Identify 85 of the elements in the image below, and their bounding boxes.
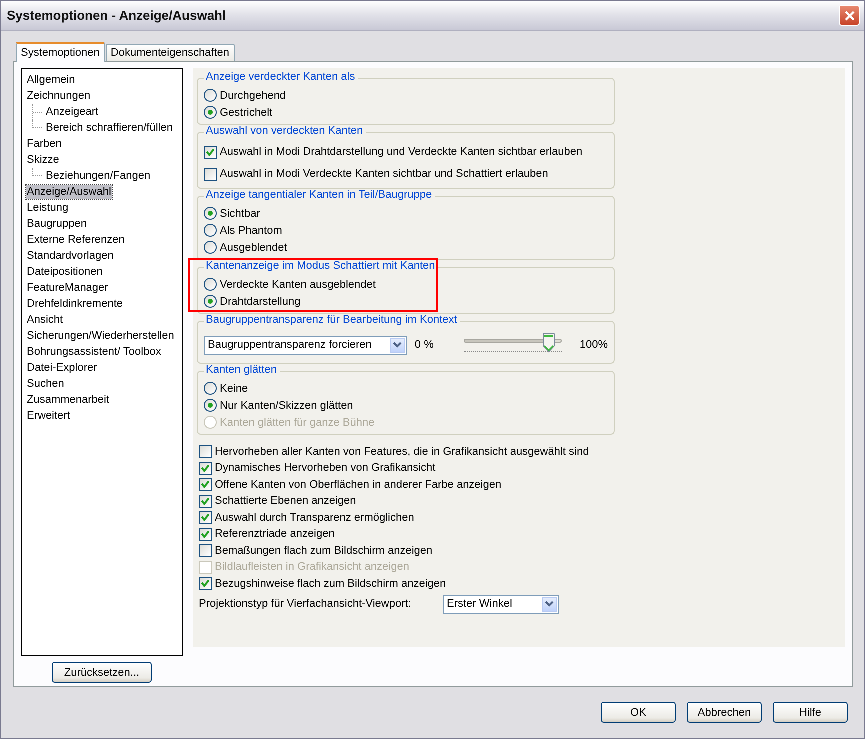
tree-item[interactable]: Bohrungsassistent/ Toolbox: [26, 345, 162, 359]
radio-label: Keine: [220, 382, 248, 394]
tree-item[interactable]: Ansicht: [26, 313, 64, 327]
tree-item[interactable]: Beziehungen/Fangen: [45, 169, 152, 183]
checkbox[interactable]: [199, 462, 212, 474]
checkbox[interactable]: [199, 528, 212, 540]
group-title: Kanten glätten: [204, 364, 280, 376]
radio-button[interactable]: [204, 224, 217, 237]
checkbox[interactable]: [199, 544, 212, 557]
dialog-button[interactable]: OK: [601, 702, 676, 723]
tree-item[interactable]: Farben: [26, 137, 63, 151]
tree-item[interactable]: Zusammenarbeit: [26, 393, 111, 407]
radio-button[interactable]: [204, 382, 217, 395]
checkbox-label: Auswahl in Modi Verdeckte Kanten sichtbar und Schattiert erlauben: [220, 168, 548, 180]
tree-item[interactable]: Bereich schraffieren/füllen: [45, 121, 174, 135]
tree-item[interactable]: Zeichnungen: [26, 89, 92, 103]
tree-item[interactable]: Leistung: [26, 201, 70, 215]
checkbox-label: Bezugshinweise flach zum Bildschirm anzeigen: [215, 578, 446, 590]
radio-label: Drahtdarstellung: [220, 296, 301, 308]
checkbox-label: Hervorheben aller Kanten von Features, die in Grafikansicht ausgewählt sind: [215, 446, 590, 458]
dialog-button[interactable]: Hilfe: [773, 702, 848, 723]
radio-label: Kanten glätten für ganze Bühne: [220, 416, 375, 428]
projection-label: Projektionstyp für Vierfachansicht-Viewport:: [199, 598, 412, 610]
checkbox[interactable]: [204, 168, 217, 180]
tree-item[interactable]: Suchen: [26, 377, 66, 391]
radio-label: Sichtbar: [220, 208, 260, 220]
radio-button[interactable]: [204, 106, 217, 119]
checkbox[interactable]: [199, 445, 212, 458]
transparency-dropdown[interactable]: Baugruppentransparenz forcieren: [204, 336, 407, 354]
projection-dropdown[interactable]: Erster Winkel: [443, 594, 559, 614]
radio-button[interactable]: [204, 207, 217, 220]
tree-item[interactable]: FeatureManager: [26, 281, 110, 295]
radio-label: Verdeckte Kanten ausgeblendet: [220, 278, 376, 290]
slider-thumb[interactable]: [543, 333, 556, 353]
radio-label: Ausgeblendet: [220, 242, 288, 254]
window-title: Systemoptionen - Anzeige/Auswahl: [7, 8, 226, 23]
checkbox[interactable]: [199, 511, 212, 524]
close-button[interactable]: [839, 5, 860, 26]
group-title: Baugruppentransparenz für Bearbeitung im Kontext: [204, 314, 460, 326]
group-title: Kantenanzeige im Modus Schattiert mit Kanten: [204, 260, 438, 272]
slider-max-label: 100%: [580, 339, 608, 351]
checkbox[interactable]: [199, 577, 212, 590]
tree-item[interactable]: Standardvorlagen: [26, 249, 115, 263]
tree-item[interactable]: Externe Referenzen: [26, 233, 126, 247]
tab[interactable]: Dokumenteigenschaften: [106, 44, 235, 61]
slider-min-label: 0 %: [414, 339, 434, 351]
tree-item[interactable]: Baugruppen: [26, 217, 88, 231]
chevron-down-icon: [545, 601, 554, 607]
tree-item[interactable]: Erweitert: [26, 409, 72, 423]
tree-item[interactable]: Allgemein: [26, 73, 76, 87]
tree-item[interactable]: Drehfeldinkremente: [26, 297, 124, 311]
checkbox[interactable]: [204, 146, 217, 158]
checkbox-label: Referenztriade anzeigen: [215, 528, 335, 540]
group-title: Anzeige verdeckter Kanten als: [204, 71, 358, 83]
checkbox-label: Offene Kanten von Oberflächen in anderer Farbe anzeigen: [215, 478, 502, 490]
tree-item[interactable]: Anzeige/Auswahl: [26, 185, 112, 199]
close-icon: [844, 10, 856, 22]
chevron-down-icon: [392, 342, 402, 348]
tree-item[interactable]: Datei-Explorer: [26, 361, 98, 375]
tree-item[interactable]: Dateipositionen: [26, 265, 104, 279]
group-title: Anzeige tangentialer Kanten in Teil/Baugruppe: [204, 189, 436, 201]
tab[interactable]: Systemoptionen: [16, 42, 105, 62]
checkbox-label: Bildlaufleisten in Grafikansicht anzeigen: [215, 561, 410, 573]
radio-button[interactable]: [204, 89, 217, 102]
radio-button[interactable]: [204, 278, 217, 291]
radio-label: Nur Kanten/Skizzen glätten: [220, 400, 354, 412]
checkbox-label: Schattierte Ebenen anzeigen: [215, 495, 356, 507]
radio-label: Gestrichelt: [220, 106, 273, 118]
radio-button[interactable]: [204, 241, 217, 254]
checkbox[interactable]: [199, 478, 212, 491]
checkbox-label: Auswahl in Modi Drahtdarstellung und Verdeckte Kanten sichtbar erlauben: [220, 146, 583, 158]
checkbox-label: Bemaßungen flach zum Bildschirm anzeigen: [215, 544, 433, 556]
radio-button[interactable]: [204, 295, 217, 308]
tree-item[interactable]: Skizze: [26, 153, 60, 167]
radio-label: Als Phantom: [220, 224, 282, 236]
checkbox-label: Auswahl durch Transparenz ermöglichen: [215, 512, 414, 524]
radio-button[interactable]: [204, 399, 217, 412]
checkbox-label: Dynamisches Hervorheben von Grafikansicht: [215, 462, 436, 474]
group-title: Auswahl von verdeckten Kanten: [204, 125, 366, 137]
tree-item[interactable]: Sicherungen/Wiederherstellen: [26, 329, 176, 343]
reset-button[interactable]: Zurücksetzen...: [52, 662, 152, 683]
tree-item[interactable]: Anzeigeart: [45, 105, 100, 119]
checkbox[interactable]: [199, 494, 212, 508]
radio-label: Durchgehend: [220, 90, 286, 102]
dialog-button[interactable]: Abbrechen: [687, 702, 762, 723]
